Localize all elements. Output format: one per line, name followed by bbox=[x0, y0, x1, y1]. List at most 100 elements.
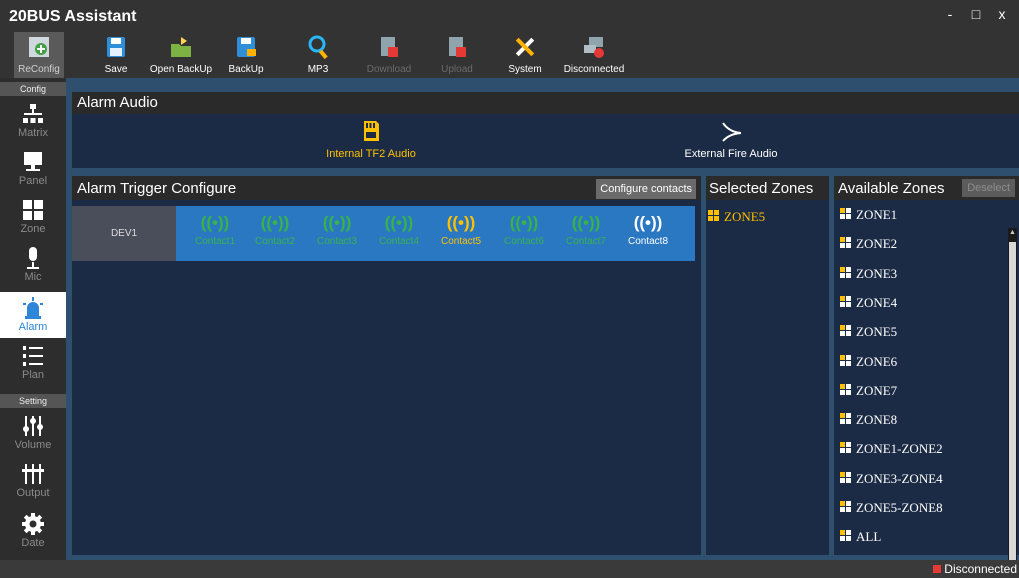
reconfig-button[interactable]: ReConfig bbox=[14, 32, 64, 78]
configure-contacts-button[interactable]: Configure contacts bbox=[596, 179, 696, 199]
internal-tf2-audio-label: Internal TF2 Audio bbox=[326, 148, 416, 160]
app-title: 20BUS Assistant bbox=[9, 8, 137, 25]
reconfig-label: ReConfig bbox=[18, 64, 60, 75]
available-zone-label: ZONE4 bbox=[856, 294, 898, 310]
nav-label-output: Output bbox=[16, 487, 50, 499]
left-nav: Config Matrix Panel Zone Mic Alarm Plan … bbox=[0, 78, 66, 560]
internal-tf2-audio-option[interactable]: Internal TF2 Audio bbox=[316, 120, 426, 160]
nav-item-matrix[interactable]: Matrix bbox=[0, 98, 66, 144]
available-zone-item[interactable]: ZONE7 bbox=[840, 382, 897, 400]
scroll-thumb[interactable] bbox=[1009, 242, 1016, 578]
toolbar: ReConfig Save Open BackUp BackUp MP3 Dow… bbox=[0, 32, 1019, 78]
nav-item-zone[interactable]: Zone bbox=[0, 194, 66, 240]
available-zone-item[interactable]: ZONE3-ZONE4 bbox=[840, 470, 943, 488]
external-fire-audio-option[interactable]: External Fire Audio bbox=[666, 120, 796, 160]
available-zone-label: ZONE1 bbox=[856, 207, 898, 222]
zone-icon bbox=[840, 501, 852, 513]
title-bar: 20BUS Assistant - □ x bbox=[0, 0, 1019, 32]
contact-8[interactable]: ((•)) Contact8 bbox=[618, 210, 678, 247]
save-label: Save bbox=[104, 64, 128, 75]
available-zone-label: ZONE2 bbox=[856, 236, 898, 252]
mp3-button[interactable]: MP3 bbox=[298, 32, 338, 78]
backup-label: BackUp bbox=[228, 64, 264, 75]
connection-status: Disconnected bbox=[933, 562, 1017, 576]
nav-item-volume[interactable]: Volume bbox=[0, 410, 66, 456]
disconnected-button[interactable]: Disconnected bbox=[560, 32, 628, 78]
close-button[interactable]: x bbox=[992, 6, 1012, 24]
contact-7[interactable]: ((•)) Contact7 bbox=[556, 210, 616, 247]
available-zone-label: ZONE6 bbox=[856, 353, 898, 369]
available-zone-label: ALL bbox=[856, 529, 882, 545]
download-icon bbox=[381, 37, 398, 57]
nav-item-alarm[interactable]: Alarm bbox=[0, 292, 66, 338]
available-zone-label: ZONE3 bbox=[856, 265, 898, 281]
available-zones-title: Available Zones bbox=[838, 180, 945, 197]
contact-2[interactable]: ((•)) Contact2 bbox=[245, 210, 305, 247]
contact-1[interactable]: ((•)) Contact1 bbox=[185, 210, 245, 247]
contact-1-label: Contact1 bbox=[194, 236, 236, 247]
selected-zones-panel: ZONE5 bbox=[706, 200, 829, 555]
alarm-audio-header: Alarm Audio bbox=[72, 92, 1019, 114]
available-zone-item[interactable]: ZONE2 bbox=[840, 235, 897, 253]
zone-icon bbox=[840, 295, 852, 308]
alarm-signal-icon: ((•)) bbox=[633, 213, 663, 232]
alarm-signal-icon: ((•)) bbox=[200, 213, 230, 232]
microphone-icon bbox=[27, 247, 39, 269]
available-zone-item[interactable]: ZONE3 bbox=[840, 265, 897, 283]
backup-button[interactable]: BackUp bbox=[226, 32, 266, 78]
open-backup-button[interactable]: Open BackUp bbox=[146, 32, 216, 78]
minimize-button[interactable]: - bbox=[940, 6, 960, 24]
selected-zone-item[interactable]: ZONE5 bbox=[708, 208, 765, 226]
available-zone-item[interactable]: ZONE5-ZONE8 bbox=[840, 499, 943, 517]
contact-5[interactable]: ((•)) Contact5 bbox=[431, 210, 491, 247]
available-zone-item[interactable]: ZONE6 bbox=[840, 353, 897, 371]
maximize-button[interactable]: □ bbox=[966, 6, 986, 24]
nav-item-output[interactable]: Output bbox=[0, 458, 66, 504]
available-zone-item[interactable]: ZONE1 bbox=[840, 206, 897, 224]
reconfig-icon bbox=[29, 37, 49, 57]
download-button[interactable]: Download bbox=[364, 32, 414, 78]
system-button[interactable]: System bbox=[502, 32, 548, 78]
contact-7-label: Contact7 bbox=[565, 236, 607, 247]
zone-icon bbox=[840, 208, 852, 220]
nav-item-mic[interactable]: Mic bbox=[0, 242, 66, 288]
deselect-button[interactable]: Deselect bbox=[962, 179, 1015, 197]
contact-2-label: Contact2 bbox=[254, 236, 296, 247]
external-audio-icon bbox=[722, 122, 742, 142]
nav-item-date[interactable]: Date bbox=[0, 508, 66, 554]
connection-status-label: Disconnected bbox=[944, 562, 1017, 576]
available-zone-item[interactable]: ZONE5 bbox=[840, 323, 897, 341]
monitor-icon bbox=[24, 152, 42, 171]
contact-6[interactable]: ((•)) Contact6 bbox=[494, 210, 554, 247]
output-sliders-icon bbox=[22, 464, 44, 484]
contact-4[interactable]: ((•)) Contact4 bbox=[369, 210, 429, 247]
zones-scrollbar[interactable]: ▲ ▼ bbox=[1008, 228, 1017, 578]
nav-label-alarm: Alarm bbox=[18, 321, 48, 333]
contact-3[interactable]: ((•)) Contact3 bbox=[307, 210, 367, 247]
zone-icon bbox=[840, 471, 852, 484]
nav-section-config: Config bbox=[0, 82, 66, 96]
save-icon bbox=[107, 37, 125, 57]
zone-icon bbox=[840, 266, 852, 279]
nav-item-plan[interactable]: Plan bbox=[0, 340, 66, 386]
alarm-trigger-title: Alarm Trigger Configure bbox=[77, 180, 237, 197]
magnifier-icon bbox=[308, 35, 328, 60]
grid-icon bbox=[23, 200, 43, 220]
numbered-list-icon bbox=[23, 346, 43, 366]
backup-icon bbox=[237, 37, 256, 57]
nav-label-volume: Volume bbox=[14, 439, 52, 451]
upload-button[interactable]: Upload bbox=[432, 32, 482, 78]
available-zone-item[interactable]: ZONE4 bbox=[840, 294, 897, 312]
available-zone-label: ZONE8 bbox=[856, 412, 898, 428]
device-cell: DEV1 bbox=[72, 206, 176, 261]
alarm-signal-icon: ((•)) bbox=[260, 213, 290, 232]
nav-label-zone: Zone bbox=[20, 223, 46, 235]
available-zone-item[interactable]: ZONE1-ZONE2 bbox=[840, 440, 943, 458]
save-button[interactable]: Save bbox=[96, 32, 136, 78]
scroll-up-arrow[interactable]: ▲ bbox=[1008, 228, 1017, 237]
available-zone-label: ZONE1-ZONE2 bbox=[856, 441, 943, 457]
available-zone-item[interactable]: ZONE8 bbox=[840, 411, 897, 429]
selected-zones-title: Selected Zones bbox=[709, 180, 814, 197]
nav-item-panel[interactable]: Panel bbox=[0, 146, 66, 192]
available-zone-item[interactable]: ALL bbox=[840, 528, 881, 546]
